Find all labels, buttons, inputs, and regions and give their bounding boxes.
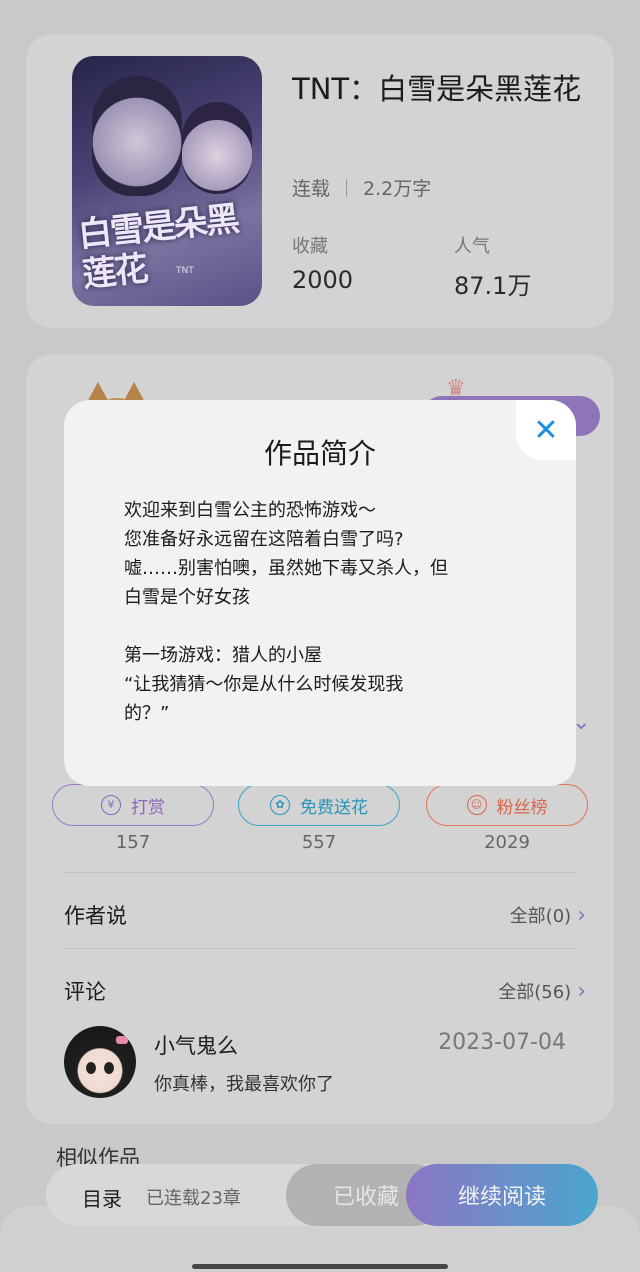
avatar[interactable] (64, 1026, 136, 1098)
synopsis-line: 第一场游戏：猎人的小屋 (124, 645, 322, 666)
comment-text: 你真棒，我最喜欢你了 (154, 1074, 334, 1095)
bottom-action-bar: 目录 已连载23章 已收藏 继续阅读 (46, 1164, 598, 1226)
modal-title: 作品简介 (263, 437, 376, 470)
chevron-right-icon: › (577, 978, 586, 1004)
author-note-all-label: 全部(0) (509, 906, 572, 927)
send-flower-button[interactable]: ✿ 免费送花 (238, 784, 400, 826)
synopsis-modal: 作品简介 ✕ 欢迎来到白雪公主的恐怖游戏～ 您准备好永远留在这陪着白雪了吗? 嘘… (64, 400, 576, 786)
tip-button[interactable]: ¥ 打赏 (52, 784, 214, 826)
book-cover-image[interactable]: 白雪是朵黑莲花 TNT (72, 56, 262, 306)
toc-button[interactable]: 目录 (82, 1183, 122, 1212)
comment-date: 2023-07-04 (438, 1030, 566, 1055)
tip-label: 打赏 (131, 797, 165, 818)
synopsis-line: 您准备好永远留在这陪着白雪了吗? (124, 529, 404, 550)
fan-count: 2029 (484, 832, 530, 853)
author-note-link[interactable]: 全部(0) › (510, 902, 586, 928)
comment-author[interactable]: 小气鬼么 (154, 1030, 238, 1060)
chevron-right-icon: › (577, 902, 586, 928)
flower-count: 557 (301, 832, 337, 853)
book-status-row: 连载 2.2万字 (292, 174, 431, 201)
continue-reading-button[interactable]: 继续阅读 (406, 1164, 598, 1226)
home-indicator[interactable] (192, 1264, 448, 1269)
comments-all-label: 全部(56) (498, 982, 572, 1003)
status-divider (346, 178, 348, 197)
flower-icon: ✿ (270, 795, 290, 815)
cover-figure-left (92, 76, 182, 196)
comments-link[interactable]: 全部(56) › (498, 978, 586, 1004)
synopsis-line: 的？” (124, 703, 170, 724)
cover-figure-right (182, 102, 252, 194)
synopsis-line: 嘘……别害怕噢，虽然她下毒又杀人，但 (124, 558, 448, 579)
word-count: 2.2万字 (363, 178, 432, 200)
book-info-card: 白雪是朵黑莲花 TNT TNT：白雪是朵黑莲花 连载 2.2万字 收藏 2000… (26, 34, 614, 328)
cover-title-art: 白雪是朵黑莲花 (76, 199, 240, 296)
popularity-value: 87.1万 (454, 272, 532, 300)
user-icon: ☺ (466, 795, 487, 815)
book-title: TNT：白雪是朵黑莲花 (292, 72, 582, 106)
favorites-label: 收藏 (292, 236, 328, 257)
synopsis-line: 欢迎来到白雪公主的恐怖游戏～ (124, 500, 376, 521)
fan-ranking-label: 粉丝榜 (496, 797, 548, 818)
popularity-label: 人气 (454, 236, 490, 257)
favorites-value: 2000 (292, 266, 354, 294)
fan-ranking-button[interactable]: ☺ 粉丝榜 (426, 784, 588, 826)
synopsis-line: “让我猜猜～你是从什么时候发现我 (124, 674, 404, 695)
serial-chapter-count: 已连载23章 (146, 1188, 241, 1209)
close-icon[interactable]: ✕ (516, 400, 576, 460)
synopsis-line: 白雪是个好女孩 (124, 587, 250, 608)
yen-icon: ¥ (101, 795, 121, 815)
divider (64, 948, 576, 949)
author-note-title: 作者说 (64, 904, 127, 928)
divider (64, 872, 576, 873)
send-flower-label: 免费送花 (300, 797, 368, 818)
tip-count: 157 (115, 832, 151, 853)
synopsis-text: 欢迎来到白雪公主的恐怖游戏～ 您准备好永远留在这陪着白雪了吗? 嘘……别害怕噢，… (124, 496, 524, 728)
serial-status: 连载 (292, 178, 331, 200)
comments-title: 评论 (64, 980, 106, 1004)
cover-brand-text: TNT (176, 266, 194, 276)
